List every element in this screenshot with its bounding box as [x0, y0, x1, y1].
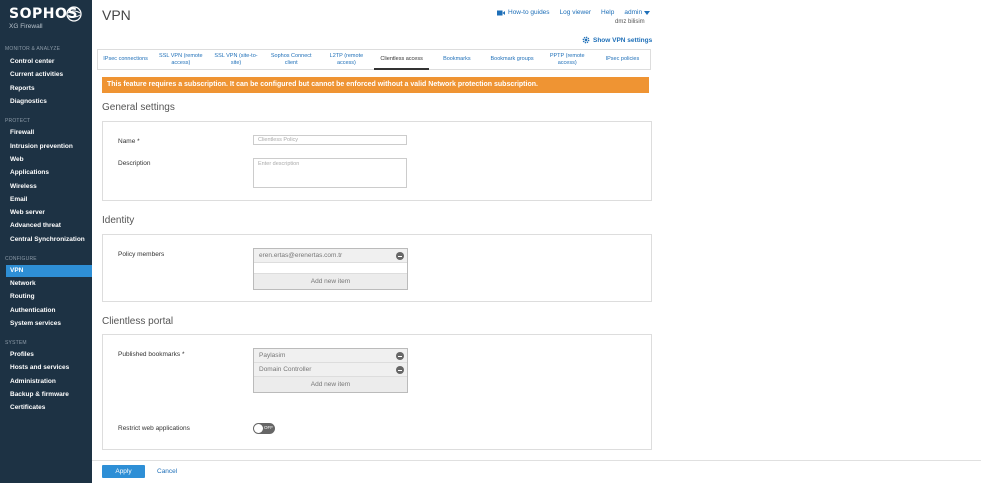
- top-links: How-to guides Log viewer Help admin: [497, 9, 653, 16]
- subscription-warning-banner: This feature requires a subscription. It…: [102, 77, 649, 93]
- tab-bookmarks[interactable]: Bookmarks: [429, 50, 485, 70]
- toggle-state-label: OFF: [264, 425, 273, 430]
- sidebar-item-network[interactable]: Network: [10, 280, 36, 287]
- description-textarea[interactable]: Enter description: [253, 158, 407, 188]
- sidebar-item-administration[interactable]: Administration: [10, 378, 56, 385]
- sidebar-item-vpn[interactable]: VPN: [6, 265, 92, 277]
- gear-icon: [582, 36, 590, 44]
- sidebar-item-system-services[interactable]: System services: [10, 320, 61, 327]
- how-to-guides-link[interactable]: How-to guides: [497, 9, 550, 16]
- tab-l2tp[interactable]: L2TP (remote access): [318, 50, 375, 70]
- video-icon: [497, 10, 505, 15]
- show-vpn-settings-label: Show VPN settings: [593, 36, 653, 44]
- sidebar-item-certificates[interactable]: Certificates: [10, 404, 45, 411]
- sidebar-item-central-sync[interactable]: Central Synchronization: [10, 236, 85, 243]
- sidebar: SOPHOS XG Firewall MONITOR & ANALYZE Con…: [0, 0, 92, 483]
- add-new-bookmark-button[interactable]: Add new item: [254, 377, 407, 392]
- nav-section-protect: PROTECT: [5, 118, 31, 124]
- general-settings-panel: Name * Clientless Policy Description Ent…: [102, 121, 652, 201]
- tab-pptp[interactable]: PPTP (remote access): [539, 50, 595, 70]
- remove-icon[interactable]: [396, 252, 404, 260]
- sidebar-item-web-server[interactable]: Web server: [10, 209, 45, 216]
- list-spacer: [254, 263, 407, 274]
- how-to-guides-label: How-to guides: [508, 9, 550, 16]
- policy-members-label: Policy members: [118, 251, 165, 258]
- sidebar-item-reports[interactable]: Reports: [10, 85, 35, 92]
- sidebar-item-wireless[interactable]: Wireless: [10, 183, 37, 190]
- help-link[interactable]: Help: [601, 9, 614, 16]
- nav-section-monitor: MONITOR & ANALYZE: [5, 46, 61, 52]
- toggle-knob: [254, 424, 263, 433]
- remove-icon[interactable]: [396, 366, 404, 374]
- sidebar-item-authentication[interactable]: Authentication: [10, 307, 56, 314]
- sidebar-item-control-center[interactable]: Control center: [10, 58, 54, 65]
- show-vpn-settings-link[interactable]: Show VPN settings: [582, 36, 652, 44]
- sidebar-item-profiles[interactable]: Profiles: [10, 351, 34, 358]
- general-settings-title: General settings: [102, 102, 175, 113]
- admin-label: admin: [624, 9, 643, 16]
- clientless-portal-panel: Published bookmarks * Paylasim Domain Co…: [102, 334, 652, 450]
- sidebar-item-intrusion-prevention[interactable]: Intrusion prevention: [10, 143, 73, 150]
- identity-panel: Policy members eren.ertas@erenertas.com.…: [102, 234, 652, 302]
- bookmark-name: Domain Controller: [259, 366, 312, 373]
- policy-member-name: eren.ertas@erenertas.com.tr: [259, 252, 343, 259]
- tab-ssl-vpn-remote[interactable]: SSL VPN (remote access): [153, 50, 209, 70]
- sidebar-item-diagnostics[interactable]: Diagnostics: [10, 98, 47, 105]
- device-name: dmz bilisim: [615, 19, 645, 25]
- add-new-member-button[interactable]: Add new item: [254, 274, 407, 289]
- name-input[interactable]: Clientless Policy: [253, 135, 407, 145]
- sidebar-item-email[interactable]: Email: [10, 196, 27, 203]
- sidebar-item-backup-firmware[interactable]: Backup & firmware: [10, 391, 69, 398]
- restrict-web-apps-label: Restrict web applications: [118, 425, 190, 432]
- clientless-portal-title: Clientless portal: [102, 316, 174, 327]
- tab-ipsec-connections[interactable]: IPsec connections: [98, 50, 154, 70]
- bookmark-name: Paylasim: [259, 352, 286, 359]
- footer-bar: [92, 460, 981, 483]
- list-item: Paylasim: [254, 349, 407, 363]
- list-item: eren.ertas@erenertas.com.tr: [254, 249, 407, 263]
- nav-section-system: SYSTEM: [5, 340, 27, 346]
- page-title: VPN: [102, 7, 131, 23]
- description-label: Description: [118, 160, 151, 167]
- apply-button[interactable]: Apply: [102, 465, 145, 478]
- tab-ssl-vpn-site[interactable]: SSL VPN (site-to-site): [208, 50, 264, 70]
- name-label: Name *: [118, 138, 140, 145]
- tab-bookmark-groups[interactable]: Bookmark groups: [484, 50, 540, 70]
- remove-icon[interactable]: [396, 352, 404, 360]
- tab-bar: IPsec connections SSL VPN (remote access…: [97, 49, 651, 70]
- sidebar-item-current-activities[interactable]: Current activities: [10, 71, 63, 78]
- tab-ipsec-policies[interactable]: IPsec policies: [594, 50, 651, 70]
- brand-subtitle: XG Firewall: [9, 23, 43, 30]
- cancel-button[interactable]: Cancel: [157, 468, 177, 475]
- published-bookmarks-label: Published bookmarks *: [118, 351, 185, 358]
- tab-clientless-access[interactable]: Clientless access: [374, 50, 430, 70]
- chevron-down-icon: [644, 10, 651, 15]
- nav-section-configure: CONFIGURE: [5, 256, 37, 262]
- restrict-web-apps-toggle[interactable]: OFF: [253, 423, 275, 434]
- list-item: Domain Controller: [254, 363, 407, 377]
- policy-members-list: eren.ertas@erenertas.com.tr Add new item: [253, 248, 408, 290]
- admin-menu[interactable]: admin: [624, 9, 653, 16]
- sidebar-item-web[interactable]: Web: [10, 156, 24, 163]
- tab-sophos-connect[interactable]: Sophos Connect client: [263, 50, 319, 70]
- sidebar-item-firewall[interactable]: Firewall: [10, 129, 34, 136]
- sidebar-item-hosts-services[interactable]: Hosts and services: [10, 364, 69, 371]
- sidebar-item-routing[interactable]: Routing: [10, 293, 35, 300]
- sophos-logo-icon: [66, 6, 82, 22]
- sidebar-item-applications[interactable]: Applications: [10, 169, 49, 176]
- log-viewer-link[interactable]: Log viewer: [560, 9, 591, 16]
- sidebar-item-advanced-threat[interactable]: Advanced threat: [10, 222, 61, 229]
- identity-title: Identity: [102, 215, 135, 226]
- published-bookmarks-list: Paylasim Domain Controller Add new item: [253, 348, 408, 393]
